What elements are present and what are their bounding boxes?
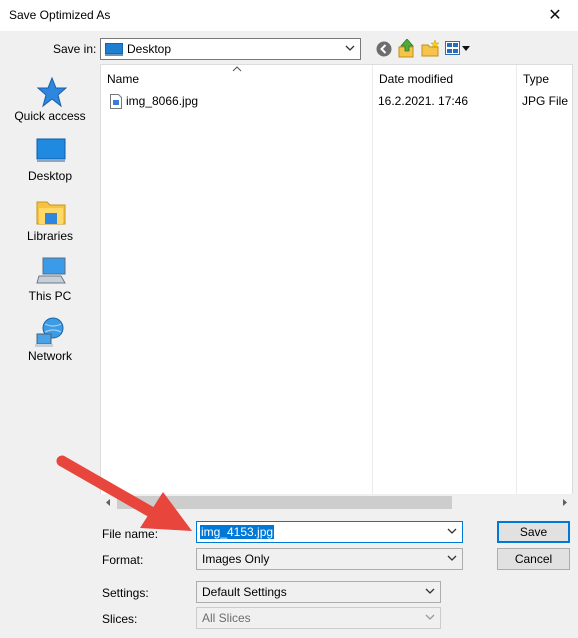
quick-access-star-icon xyxy=(36,76,67,108)
settings-label: Settings: xyxy=(102,586,149,600)
save-dialog: Save Optimized As ✕ Save in: Desktop Qui… xyxy=(0,0,578,638)
place-label: Quick access xyxy=(14,109,86,123)
file-type-cell: JPG File xyxy=(522,94,569,108)
format-dropdown[interactable]: Images Only xyxy=(196,548,463,570)
network-icon xyxy=(35,317,64,347)
view-menu-icon[interactable] xyxy=(445,41,471,56)
place-desktop[interactable]: Desktop xyxy=(4,136,96,192)
column-header-type[interactable]: Type xyxy=(517,65,572,92)
save-button[interactable]: Save xyxy=(497,521,570,543)
file-name-value: img_4153.jpg xyxy=(200,525,275,539)
file-name-cell: img_8066.jpg xyxy=(126,94,199,108)
save-in-label: Save in: xyxy=(53,42,97,56)
cancel-button[interactable]: Cancel xyxy=(497,548,570,570)
place-label: Desktop xyxy=(27,169,73,183)
location-value: Desktop xyxy=(127,42,172,56)
file-name-input[interactable]: img_4153.jpg xyxy=(196,521,463,543)
slices-dropdown: All Slices xyxy=(196,607,441,629)
horizontal-scrollbar[interactable] xyxy=(100,494,573,511)
format-value: Images Only xyxy=(202,552,270,566)
back-icon[interactable] xyxy=(376,41,392,57)
place-libraries[interactable]: Libraries xyxy=(4,196,96,252)
libraries-icon xyxy=(36,201,66,225)
desktop-icon xyxy=(105,43,123,56)
this-pc-icon xyxy=(36,257,66,284)
place-network[interactable]: Network xyxy=(4,316,96,372)
window-title: Save Optimized As xyxy=(9,8,111,22)
column-header-name[interactable]: Name xyxy=(101,65,373,92)
scroll-right-icon[interactable] xyxy=(561,498,569,507)
slices-value: All Slices xyxy=(202,611,251,625)
place-this-pc[interactable]: This PC xyxy=(4,256,96,312)
file-list[interactable]: Name Date modified Type img_8066.jpg 16.… xyxy=(100,64,573,511)
format-label: Format: xyxy=(102,553,144,567)
scrollbar-thumb[interactable] xyxy=(117,496,452,509)
up-folder-icon[interactable] xyxy=(398,39,416,58)
settings-value: Default Settings xyxy=(202,585,287,599)
scroll-left-icon[interactable] xyxy=(104,498,112,507)
slices-label: Slices: xyxy=(102,612,138,626)
file-date-cell: 16.2.2021. 17:46 xyxy=(378,94,469,108)
chevron-down-icon xyxy=(425,588,435,594)
desktop-icon xyxy=(36,138,66,162)
place-label: This PC xyxy=(28,289,72,303)
chevron-down-icon xyxy=(345,45,355,51)
sort-ascending-icon xyxy=(232,66,242,72)
location-dropdown[interactable]: Desktop xyxy=(100,38,361,60)
place-label: Libraries xyxy=(26,229,74,243)
jpg-file-icon xyxy=(110,94,122,109)
title-bar: Save Optimized As ✕ xyxy=(0,0,578,31)
chevron-down-icon xyxy=(425,614,435,620)
places-bar: Quick access Desktop Libraries This PC N… xyxy=(4,64,96,517)
place-quick-access[interactable]: Quick access xyxy=(4,76,96,132)
column-divider xyxy=(516,65,517,494)
chevron-down-icon xyxy=(447,555,457,561)
close-button[interactable]: ✕ xyxy=(532,0,578,31)
column-divider xyxy=(372,65,373,494)
chevron-down-icon[interactable] xyxy=(447,526,457,536)
place-label: Network xyxy=(27,349,72,363)
new-folder-icon[interactable] xyxy=(421,40,440,57)
file-name-label: File name: xyxy=(102,527,159,541)
column-header-date[interactable]: Date modified xyxy=(373,65,517,92)
settings-dropdown[interactable]: Default Settings xyxy=(196,581,441,603)
